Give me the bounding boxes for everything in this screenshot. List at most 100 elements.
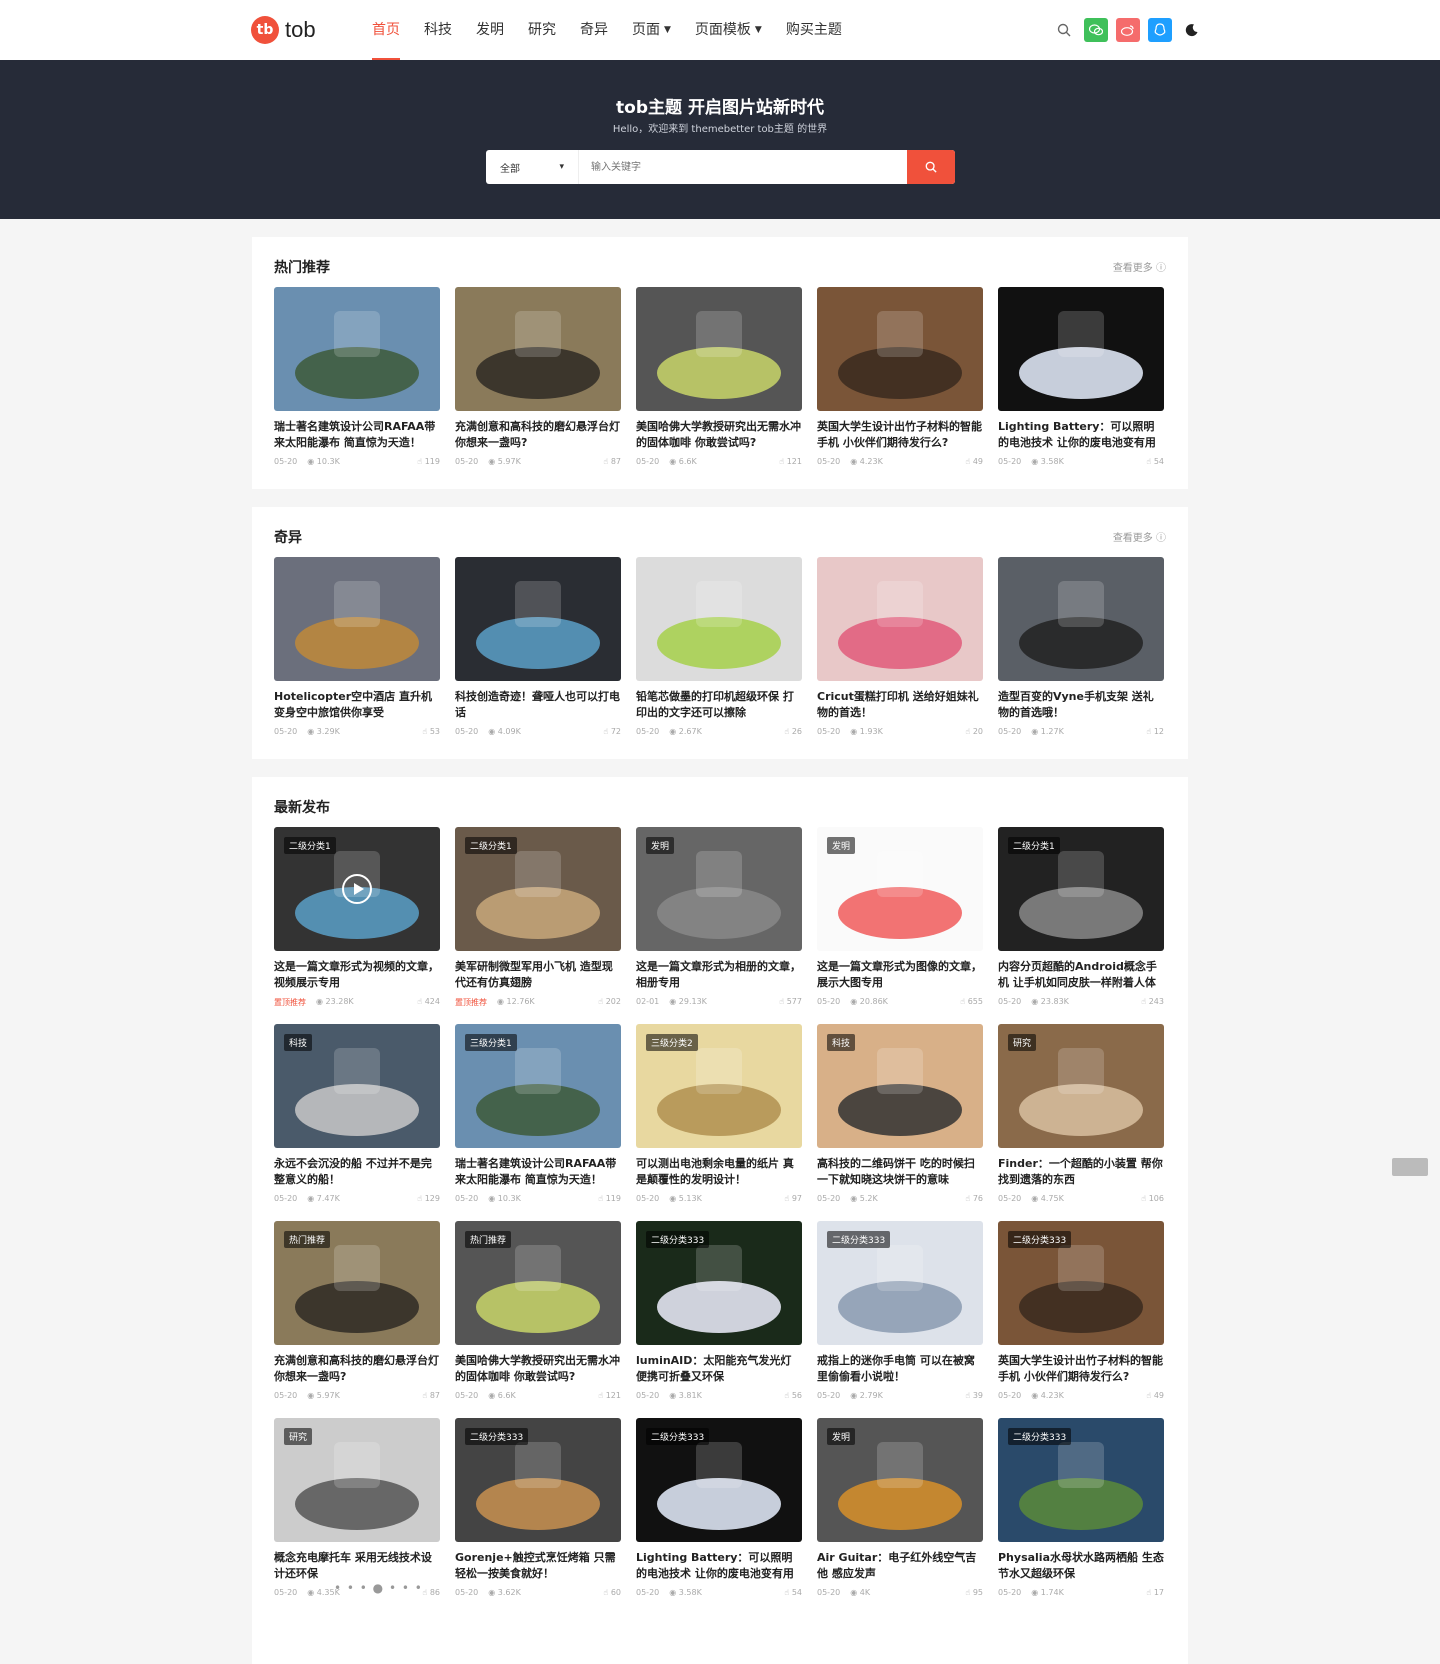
post-title[interactable]: 美国哈佛大学教授研究出无需水冲的固体咖啡 你敢尝试吗?	[455, 1353, 621, 1385]
post-title[interactable]: 永远不会沉没的船 不过并不是完整意义的船！	[274, 1156, 440, 1188]
search-icon[interactable]	[1052, 18, 1076, 42]
like-count-wrap[interactable]: ☝ 72	[603, 727, 621, 736]
post-card[interactable]: 科技创造奇迹！聋哑人也可以打电话 05-20 ◉ 4.09K ☝ 72	[455, 557, 621, 736]
nav-item[interactable]: 页面 ▼	[632, 0, 671, 60]
like-count-wrap[interactable]: ☝ 119	[417, 457, 440, 466]
thumbnail-image[interactable]: 热门推荐	[455, 1221, 621, 1345]
play-icon[interactable]	[342, 874, 372, 904]
like-count-wrap[interactable]: ☝ 86	[422, 1588, 440, 1597]
like-count-wrap[interactable]: ☝ 119	[598, 1194, 621, 1203]
wechat-icon[interactable]	[1084, 18, 1108, 42]
back-to-top-button[interactable]	[1392, 1158, 1428, 1176]
post-card[interactable]: 二级分类333 Lighting Battery：可以照明的电池技术 让你的废电池…	[636, 1418, 802, 1597]
thumbnail-image[interactable]: 二级分类333	[636, 1418, 802, 1542]
like-count-wrap[interactable]: ☝ 76	[965, 1194, 983, 1203]
post-title[interactable]: Hotelicopter空中酒店 直升机变身空中旅馆供你享受	[274, 689, 440, 721]
search-input[interactable]	[579, 150, 907, 184]
post-card[interactable]: 发明 这是一篇文章形式为图像的文章，展示大图专用 05-20 ◉ 20.86K ☝ 65…	[817, 827, 983, 1006]
category-tag[interactable]: 热门推荐	[465, 1231, 512, 1248]
category-tag[interactable]: 发明	[827, 837, 856, 854]
post-title[interactable]: 铅笔芯做墨的打印机超级环保 打印出的文字还可以擦除	[636, 689, 802, 721]
thumbnail-image[interactable]	[636, 287, 802, 411]
thumbnail-image[interactable]: 二级分类1	[998, 827, 1164, 951]
post-card[interactable]: 二级分类333 戒指上的迷你手电筒 可以在被窝里偷偷看小说啦！ 05-20 ◉ 2.7…	[817, 1221, 983, 1400]
thumbnail-image[interactable]: 研究	[274, 1418, 440, 1542]
post-title[interactable]: 高科技的二维码饼干 吃的时候扫一下就知晓这块饼干的意味	[817, 1156, 983, 1188]
post-title[interactable]: 可以测出电池剩余电量的纸片 真是颠覆性的发明设计！	[636, 1156, 802, 1188]
thumbnail-image[interactable]: 二级分类333	[455, 1418, 621, 1542]
like-count-wrap[interactable]: ☝ 121	[598, 1391, 621, 1400]
post-title[interactable]: 造型百变的Vyne手机支架 送礼物的首选哦！	[998, 689, 1164, 721]
post-card[interactable]: 充满创意和高科技的磨幻悬浮台灯 你想来一盏吗? 05-20 ◉ 5.97K ☝ 87	[455, 287, 621, 466]
category-tag[interactable]: 三级分类1	[465, 1034, 517, 1051]
like-count-wrap[interactable]: ☝ 60	[603, 1588, 621, 1597]
post-title[interactable]: 美军研制微型军用小飞机 造型现代还有仿真翅膀	[455, 959, 621, 991]
thumbnail-image[interactable]: 二级分类333	[998, 1418, 1164, 1542]
like-count-wrap[interactable]: ☝ 106	[1141, 1194, 1164, 1203]
like-count-wrap[interactable]: ☝ 20	[965, 727, 983, 736]
post-title[interactable]: 瑞士著名建筑设计公司RAFAA带来太阳能瀑布 简直惊为天造！	[274, 419, 440, 451]
post-card[interactable]: 二级分类1 这是一篇文章形式为视频的文章，视频展示专用 置顶推荐 ◉ 23.28K ☝ …	[274, 827, 440, 1008]
post-card[interactable]: 热门推荐 美国哈佛大学教授研究出无需水冲的固体咖啡 你敢尝试吗? 05-20 ◉ 6.…	[455, 1221, 621, 1400]
post-card[interactable]: Lighting Battery：可以照明的电池技术 让你的废电池变有用 05-2…	[998, 287, 1164, 466]
weibo-icon[interactable]	[1116, 18, 1140, 42]
category-tag[interactable]: 研究	[284, 1428, 313, 1445]
post-card[interactable]: 美国哈佛大学教授研究出无需水冲的固体咖啡 你敢尝试吗? 05-20 ◉ 6.6K ☝ …	[636, 287, 802, 466]
category-tag[interactable]: 二级分类333	[1008, 1231, 1072, 1248]
like-count-wrap[interactable]: ☝ 129	[417, 1194, 440, 1203]
thumbnail-image[interactable]	[817, 557, 983, 681]
category-tag[interactable]: 二级分类333	[1008, 1428, 1072, 1445]
category-tag[interactable]: 二级分类333	[646, 1231, 710, 1248]
thumbnail-image[interactable]: 热门推荐	[274, 1221, 440, 1345]
category-tag[interactable]: 热门推荐	[284, 1231, 331, 1248]
thumbnail-image[interactable]	[455, 557, 621, 681]
post-title[interactable]: 英国大学生设计出竹子材料的智能手机 小伙伴们期待发行么?	[817, 419, 983, 451]
like-count-wrap[interactable]: ☝ 56	[784, 1391, 802, 1400]
like-count-wrap[interactable]: ☝ 202	[598, 997, 621, 1008]
post-title[interactable]: 科技创造奇迹！聋哑人也可以打电话	[455, 689, 621, 721]
thumbnail-image[interactable]: 发明	[817, 827, 983, 951]
like-count-wrap[interactable]: ☝ 577	[779, 997, 802, 1006]
post-card[interactable]: 二级分类333 Gorenje+触控式烹饪烤箱 只需轻松一按美食就好！ 05-20 ◉…	[455, 1418, 621, 1597]
post-card[interactable]: 三级分类2 可以测出电池剩余电量的纸片 真是颠覆性的发明设计！ 05-20 ◉ 5.1…	[636, 1024, 802, 1203]
post-title[interactable]: 充满创意和高科技的磨幻悬浮台灯 你想来一盏吗?	[274, 1353, 440, 1385]
post-card[interactable]: 热门推荐 充满创意和高科技的磨幻悬浮台灯 你想来一盏吗? 05-20 ◉ 5.97K ☝…	[274, 1221, 440, 1400]
thumbnail-image[interactable]: 发明	[636, 827, 802, 951]
like-count-wrap[interactable]: ☝ 424	[417, 997, 440, 1008]
post-title[interactable]: 英国大学生设计出竹子材料的智能手机 小伙伴们期待发行么?	[998, 1353, 1164, 1385]
post-title[interactable]: Lighting Battery：可以照明的电池技术 让你的废电池变有用	[998, 419, 1164, 451]
like-count-wrap[interactable]: ☝ 17	[1146, 1588, 1164, 1597]
post-card[interactable]: 二级分类333 英国大学生设计出竹子材料的智能手机 小伙伴们期待发行么? 05-20…	[998, 1221, 1164, 1400]
post-card[interactable]: 研究 概念充电摩托车 采用无线技术设计还环保 05-20 ◉ 4.35K ☝ 86	[274, 1418, 440, 1597]
like-count-wrap[interactable]: ☝ 53	[422, 727, 440, 736]
category-tag[interactable]: 二级分类1	[1008, 837, 1060, 854]
like-count-wrap[interactable]: ☝ 39	[965, 1391, 983, 1400]
search-button[interactable]	[907, 150, 955, 184]
thumbnail-image[interactable]: 二级分类333	[998, 1221, 1164, 1345]
post-title[interactable]: 瑞士著名建筑设计公司RAFAA带来太阳能瀑布 简直惊为天造！	[455, 1156, 621, 1188]
nav-item[interactable]: 奇异	[580, 0, 608, 60]
nav-item[interactable]: 科技	[424, 0, 452, 60]
post-title[interactable]: 这是一篇文章形式为视频的文章，视频展示专用	[274, 959, 440, 991]
thumbnail-image[interactable]: 发明	[817, 1418, 983, 1542]
thumbnail-image[interactable]: 二级分类333	[636, 1221, 802, 1345]
post-title[interactable]: Gorenje+触控式烹饪烤箱 只需轻松一按美食就好！	[455, 1550, 621, 1582]
post-title[interactable]: 美国哈佛大学教授研究出无需水冲的固体咖啡 你敢尝试吗?	[636, 419, 802, 451]
category-tag[interactable]: 二级分类1	[465, 837, 517, 854]
thumbnail-image[interactable]	[636, 557, 802, 681]
post-title[interactable]: 这是一篇文章形式为相册的文章，相册专用	[636, 959, 802, 991]
post-card[interactable]: 发明 这是一篇文章形式为相册的文章，相册专用 02-01 ◉ 29.13K ☝ 577	[636, 827, 802, 1006]
post-card[interactable]: 研究 Finder：一个超酷的小装置 帮你找到遗落的东西 05-20 ◉ 4.75K ☝…	[998, 1024, 1164, 1203]
thumbnail-image[interactable]: 科技	[274, 1024, 440, 1148]
category-tag[interactable]: 二级分类1	[284, 837, 336, 854]
post-title[interactable]: 充满创意和高科技的磨幻悬浮台灯 你想来一盏吗?	[455, 419, 621, 451]
like-count-wrap[interactable]: ☝ 243	[1141, 997, 1164, 1006]
post-title[interactable]: Physalia水母状水路两栖船 生态节水又超级环保	[998, 1550, 1164, 1582]
post-title[interactable]: Air Guitar：电子红外线空气吉他 感应发声	[817, 1550, 983, 1582]
post-title[interactable]: 内容分页超酷的Android概念手机 让手机如同皮肤一样附着人体	[998, 959, 1164, 991]
thumbnail-image[interactable]	[998, 557, 1164, 681]
like-count-wrap[interactable]: ☝ 87	[422, 1391, 440, 1400]
thumbnail-image[interactable]: 科技	[817, 1024, 983, 1148]
post-card[interactable]: 三级分类1 瑞士著名建筑设计公司RAFAA带来太阳能瀑布 简直惊为天造！ 05-20…	[455, 1024, 621, 1203]
post-title[interactable]: 概念充电摩托车 采用无线技术设计还环保	[274, 1550, 440, 1582]
